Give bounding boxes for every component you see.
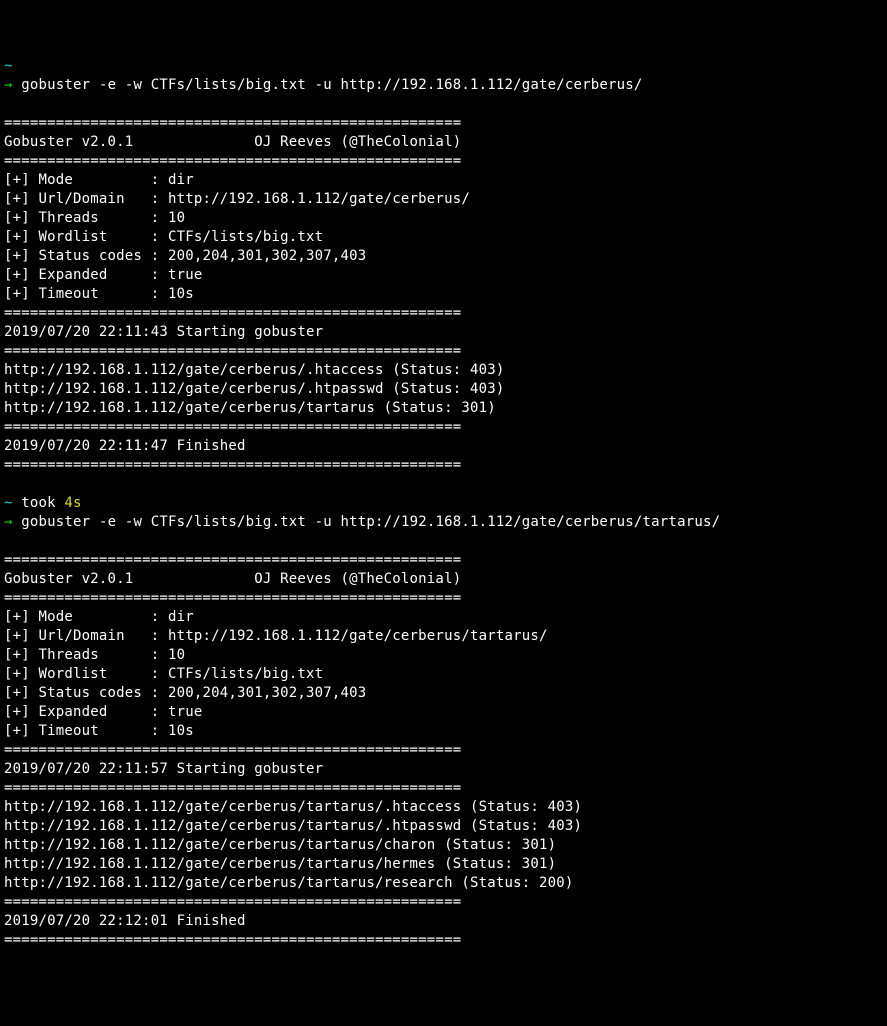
setting-line: [+] Status codes : 200,204,301,302,307,4…: [4, 685, 366, 701]
result-line: http://192.168.1.112/gate/cerberus/tarta…: [4, 400, 496, 416]
result-line: http://192.168.1.112/gate/cerberus/tarta…: [4, 875, 574, 891]
start-line: 2019/07/20 22:11:57 Starting gobuster: [4, 761, 323, 777]
setting-line: [+] Expanded : true: [4, 267, 202, 283]
separator: ========================================…: [4, 894, 461, 910]
separator: ========================================…: [4, 552, 461, 568]
prompt-path: ~: [4, 495, 13, 511]
gobuster-header: Gobuster v2.0.1 OJ Reeves (@TheColonial): [4, 571, 461, 587]
setting-line: [+] Timeout : 10s: [4, 723, 194, 739]
setting-line: [+] Expanded : true: [4, 704, 202, 720]
separator: ========================================…: [4, 153, 461, 169]
setting-line: [+] Mode : dir: [4, 609, 194, 625]
separator: ========================================…: [4, 780, 461, 796]
prompt-arrow-icon: →: [4, 514, 13, 530]
setting-line: [+] Url/Domain : http://192.168.1.112/ga…: [4, 628, 548, 644]
duration-value: 4s: [64, 495, 81, 511]
prompt-path: ~: [4, 58, 13, 74]
finish-line: 2019/07/20 22:12:01 Finished: [4, 913, 246, 929]
separator: ========================================…: [4, 457, 461, 473]
result-line: http://192.168.1.112/gate/cerberus/.htpa…: [4, 381, 504, 397]
command-line[interactable]: gobuster -e -w CTFs/lists/big.txt -u htt…: [21, 514, 720, 530]
command-line[interactable]: gobuster -e -w CTFs/lists/big.txt -u htt…: [21, 77, 642, 93]
separator: ========================================…: [4, 590, 461, 606]
setting-line: [+] Timeout : 10s: [4, 286, 194, 302]
result-line: http://192.168.1.112/gate/cerberus/.htac…: [4, 362, 504, 378]
separator: ========================================…: [4, 419, 461, 435]
setting-line: [+] Url/Domain : http://192.168.1.112/ga…: [4, 191, 470, 207]
separator: ========================================…: [4, 115, 461, 131]
start-line: 2019/07/20 22:11:43 Starting gobuster: [4, 324, 323, 340]
separator: ========================================…: [4, 343, 461, 359]
result-line: http://192.168.1.112/gate/cerberus/tarta…: [4, 818, 582, 834]
result-line: http://192.168.1.112/gate/cerberus/tarta…: [4, 856, 556, 872]
separator: ========================================…: [4, 305, 461, 321]
prompt-arrow-icon: →: [4, 77, 13, 93]
terminal-output: ~ → gobuster -e -w CTFs/lists/big.txt -u…: [4, 57, 883, 950]
setting-line: [+] Threads : 10: [4, 210, 185, 226]
gobuster-header: Gobuster v2.0.1 OJ Reeves (@TheColonial): [4, 134, 461, 150]
setting-line: [+] Wordlist : CTFs/lists/big.txt: [4, 666, 323, 682]
finish-line: 2019/07/20 22:11:47 Finished: [4, 438, 246, 454]
separator: ========================================…: [4, 742, 461, 758]
result-line: http://192.168.1.112/gate/cerberus/tarta…: [4, 799, 582, 815]
result-line: http://192.168.1.112/gate/cerberus/tarta…: [4, 837, 556, 853]
setting-line: [+] Status codes : 200,204,301,302,307,4…: [4, 248, 366, 264]
setting-line: [+] Wordlist : CTFs/lists/big.txt: [4, 229, 323, 245]
setting-line: [+] Threads : 10: [4, 647, 185, 663]
setting-line: [+] Mode : dir: [4, 172, 194, 188]
separator: ========================================…: [4, 932, 461, 948]
took-label: took: [13, 495, 65, 511]
